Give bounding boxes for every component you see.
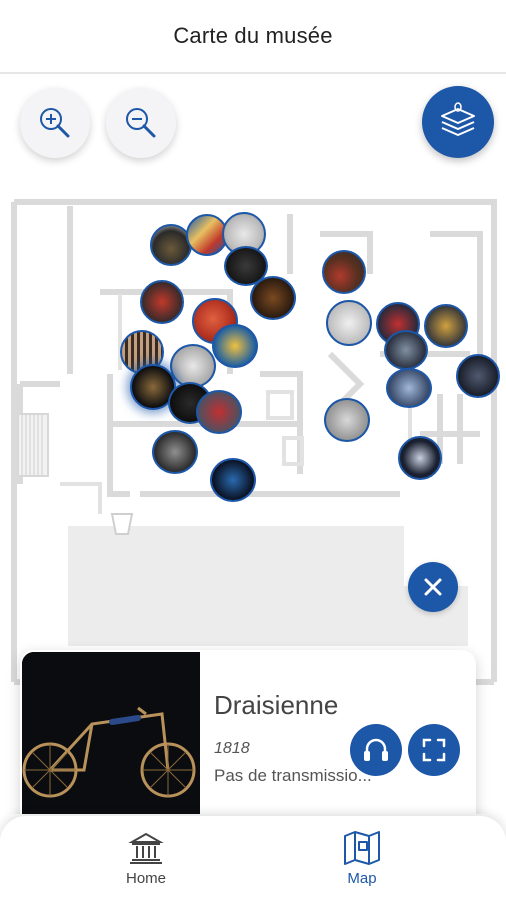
page-title: Carte du musée	[173, 23, 333, 48]
exhibit-marker[interactable]	[250, 276, 296, 320]
zoom-out-button[interactable]	[106, 88, 176, 158]
exhibit-year: 1818	[214, 740, 250, 757]
layers-icon	[441, 102, 475, 136]
zoom-in-icon	[40, 108, 70, 138]
exhibit-marker[interactable]	[384, 330, 428, 370]
bottom-navigation: Home Map	[0, 816, 506, 900]
museum-icon	[128, 832, 164, 864]
app-header: Carte du musée	[0, 0, 506, 74]
nav-home-label: Home	[125, 869, 166, 887]
headphones-icon	[364, 738, 388, 761]
museum-map[interactable]: Draisienne 1818 Pas de transmissio...	[0, 74, 506, 814]
exhibit-marker[interactable]	[386, 368, 432, 408]
exhibit-marker[interactable]	[152, 430, 198, 474]
exhibit-marker[interactable]	[210, 458, 256, 502]
exhibit-marker[interactable]	[140, 280, 184, 324]
exhibit-marker[interactable]	[326, 300, 372, 346]
exhibit-marker[interactable]	[424, 304, 468, 348]
nav-home[interactable]: Home	[76, 816, 216, 900]
close-card-button[interactable]	[408, 562, 458, 612]
zoom-out-icon	[126, 108, 156, 138]
nav-map-label: Map	[347, 869, 377, 887]
layers-button[interactable]	[422, 86, 494, 158]
exhibit-marker[interactable]	[456, 354, 500, 398]
exhibit-marker[interactable]	[322, 250, 366, 294]
map-icon	[344, 830, 380, 865]
exhibit-info-card: Draisienne 1818 Pas de transmissio...	[20, 650, 476, 814]
exhibit-image	[22, 652, 200, 814]
exhibit-marker[interactable]	[398, 436, 442, 480]
exhibit-marker[interactable]	[196, 390, 242, 434]
zoom-in-button[interactable]	[20, 88, 90, 158]
draisienne-image	[22, 652, 200, 814]
exhibit-marker[interactable]	[324, 398, 370, 442]
audio-guide-button[interactable]	[350, 724, 402, 776]
exhibit-description: Pas de transmissio...	[214, 766, 372, 785]
fullscreen-button[interactable]	[408, 724, 460, 776]
fullscreen-icon	[422, 738, 446, 762]
exhibit-title: Draisienne	[214, 690, 339, 720]
nav-map[interactable]: Map	[292, 816, 432, 900]
close-icon	[424, 578, 442, 596]
exhibit-marker[interactable]	[212, 324, 258, 368]
